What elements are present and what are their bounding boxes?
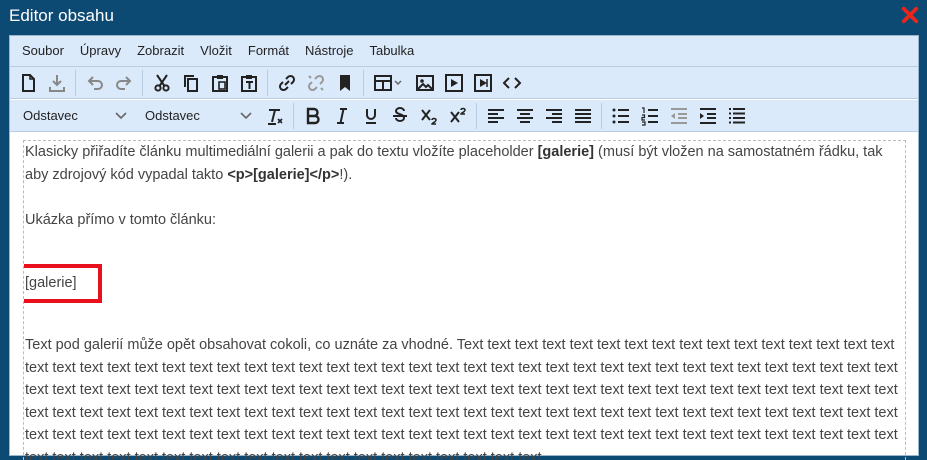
paragraph-style-select[interactable]: Odstavec [135, 103, 260, 129]
indent-button[interactable] [693, 102, 722, 130]
align-right-button[interactable] [539, 102, 568, 130]
italic-button[interactable] [327, 102, 356, 130]
close-button[interactable] [899, 3, 921, 27]
toolbar-main [10, 67, 918, 99]
table-icon [374, 74, 402, 91]
menu-soubor[interactable]: Soubor [14, 40, 72, 62]
superscript-button[interactable] [443, 102, 472, 130]
toolbar-separator [601, 102, 602, 129]
toolbar-format: Odstavec Odstavec [10, 100, 918, 132]
paragraph-intro: Klasicky přiřadíte článku multimediální … [25, 144, 883, 183]
block-format-select[interactable]: Odstavec [13, 103, 135, 129]
video-button[interactable] [468, 69, 497, 97]
window-title: Editor obsahu [9, 6, 114, 25]
toolbar-separator [476, 102, 477, 129]
align-left-button[interactable] [481, 102, 510, 130]
outdent-icon [670, 107, 687, 124]
toolbar-separator [293, 102, 294, 129]
superscript-icon [449, 107, 466, 123]
undo-button[interactable] [80, 69, 109, 97]
bookmark-icon [339, 74, 350, 91]
justify-button[interactable] [568, 102, 597, 130]
download-icon [48, 74, 65, 92]
paste-text-button[interactable] [234, 69, 263, 97]
cut-icon [153, 73, 170, 92]
align-left-icon [487, 108, 504, 123]
new-document-icon [21, 73, 35, 92]
link-icon [278, 74, 295, 91]
menu-zobrazit[interactable]: Zobrazit [129, 40, 192, 62]
paragraph-example: Ukázka přímo v tomto článku: [25, 212, 216, 228]
image-icon [415, 74, 434, 91]
code-icon [502, 76, 521, 89]
underline-button[interactable] [356, 102, 385, 130]
copy-button[interactable] [176, 69, 205, 97]
close-icon [901, 6, 919, 24]
bullet-list-icon [612, 108, 629, 123]
subscript-button[interactable] [414, 102, 443, 130]
unlink-icon [307, 74, 324, 91]
title-bar: Editor obsahu [0, 0, 927, 34]
numbered-list-icon [640, 106, 658, 126]
table-button[interactable] [368, 69, 410, 97]
align-center-icon [516, 108, 533, 123]
toolbar-separator [142, 69, 143, 96]
line-height-button[interactable] [722, 102, 751, 130]
toolbar-separator [363, 69, 364, 96]
justify-icon [574, 108, 591, 123]
block-format-value: Odstavec [23, 108, 78, 123]
image-button[interactable] [410, 69, 439, 97]
source-code-button[interactable] [497, 69, 526, 97]
align-right-icon [545, 108, 562, 123]
menu-format[interactable]: Formát [240, 40, 297, 62]
outdent-button[interactable] [664, 102, 693, 130]
bold-button[interactable] [298, 102, 327, 130]
paste-text-icon [240, 74, 257, 92]
paste-button[interactable] [205, 69, 234, 97]
strikethrough-button[interactable] [385, 102, 414, 130]
align-center-button[interactable] [510, 102, 539, 130]
line-height-icon [728, 107, 745, 123]
content-editor-dialog: Editor obsahu Soubor Úpravy Zobrazit Vlo… [0, 0, 927, 460]
toolbar-separator [75, 69, 76, 96]
indent-icon [699, 107, 716, 124]
link-button[interactable] [272, 69, 301, 97]
underline-icon [365, 108, 376, 124]
menu-tabulka[interactable]: Tabulka [361, 40, 422, 62]
content-area[interactable]: Klasicky přiřadíte článku multimediální … [23, 140, 906, 460]
editor-frame: Soubor Úpravy Zobrazit Vložit Formát Nás… [9, 35, 919, 460]
cut-button[interactable] [147, 69, 176, 97]
media-icon [444, 73, 463, 92]
redo-icon [115, 75, 131, 90]
toolbar-separator [267, 69, 268, 96]
menu-bar: Soubor Úpravy Zobrazit Vložit Formát Nás… [10, 36, 918, 67]
paragraph-text: Text pod galerií může opět obsahovat cok… [25, 337, 898, 460]
menu-upravy[interactable]: Úpravy [72, 40, 129, 62]
undo-icon [87, 75, 103, 90]
bullet-list-button[interactable] [606, 102, 635, 130]
video-icon [473, 73, 492, 92]
menu-vlozit[interactable]: Vložit [192, 40, 240, 62]
italic-icon [336, 107, 347, 124]
media-button[interactable] [439, 69, 468, 97]
clear-formatting-icon [267, 108, 283, 125]
chevron-down-icon [115, 111, 127, 119]
paragraph-style-value: Odstavec [145, 108, 200, 123]
numbered-list-button[interactable] [635, 102, 664, 130]
clear-formatting-button[interactable] [260, 102, 289, 130]
new-document-button[interactable] [13, 69, 42, 97]
bookmark-button[interactable] [330, 69, 359, 97]
bold-icon [306, 107, 320, 124]
paste-icon [211, 74, 228, 92]
gallery-placeholder: [galerie] [25, 275, 77, 291]
strikethrough-icon [392, 106, 407, 122]
subscript-icon [420, 108, 437, 125]
download-button[interactable] [42, 69, 71, 97]
unlink-button[interactable] [301, 69, 330, 97]
chevron-down-icon [240, 111, 252, 119]
copy-icon [183, 74, 198, 92]
menu-nastroje[interactable]: Nástroje [297, 40, 361, 62]
redo-button[interactable] [109, 69, 138, 97]
